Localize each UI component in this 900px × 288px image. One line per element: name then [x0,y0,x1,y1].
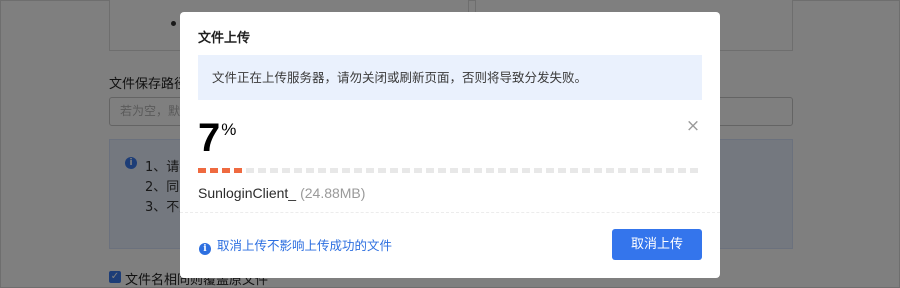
progress-segment-empty [366,168,374,173]
progress-segment-empty [330,168,338,173]
progress-segment-empty [498,168,506,173]
cancel-tip-text: 取消上传不影响上传成功的文件 [217,238,393,253]
progress-segment-empty [258,168,266,173]
progress-segment-empty [402,168,410,173]
progress-segment-empty [654,168,662,173]
progress-segment-empty [678,168,686,173]
progress-segment-filled [222,168,230,173]
progress-segment-empty [438,168,446,173]
progress-segment-empty [270,168,278,173]
progress-segment-empty [510,168,518,173]
progress-segment-empty [246,168,254,173]
file-name: SunloginClient_ [198,185,297,201]
progress-segment-empty [642,168,650,173]
progress-segment-empty [450,168,458,173]
progress-segment-empty [318,168,326,173]
progress-segment-empty [426,168,434,173]
progress-segment-empty [462,168,470,173]
upload-dialog: 文件上传 文件正在上传服务器，请勿关闭或刷新页面，否则将导致分发失败。 7% ×… [180,12,720,278]
progress-segment-empty [618,168,626,173]
progress-bar [198,168,698,174]
file-size: (24.88MB) [300,185,366,201]
progress-segment-empty [582,168,590,173]
progress-segment-filled [234,168,242,173]
progress-segment-empty [606,168,614,173]
progress-segment-empty [354,168,362,173]
progress-segment-empty [342,168,350,173]
progress-segment-empty [666,168,674,173]
progress-segment-empty [570,168,578,173]
progress-segment-empty [282,168,290,173]
progress-segment-empty [534,168,542,173]
progress-segment-filled [198,168,206,173]
progress-percent-value: 7 [198,116,221,160]
upload-notice: 文件正在上传服务器，请勿关闭或刷新页面，否则将导致分发失败。 [198,55,702,100]
progress-percent: 7% [198,118,236,158]
progress-segment-empty [558,168,566,173]
close-icon[interactable]: × [685,118,701,135]
progress-segment-empty [486,168,494,173]
progress-segment-empty [390,168,398,173]
progress-segment-empty [414,168,422,173]
dialog-title: 文件上传 [198,31,251,46]
progress-percent-symbol: % [221,120,237,139]
progress-segment-empty [630,168,638,173]
progress-segment-filled [210,168,218,173]
info-icon: i [199,243,211,255]
progress-segment-empty [306,168,314,173]
cancel-upload-button[interactable]: 取消上传 [612,229,702,260]
progress-segment-empty [546,168,554,173]
progress-segment-empty [294,168,302,173]
divider [180,212,720,213]
cancel-tip: i 取消上传不影响上传成功的文件 [199,235,392,255]
progress-segment-empty [378,168,386,173]
progress-segment-empty [594,168,602,173]
progress-segment-empty [522,168,530,173]
file-info: SunloginClient_ (24.88MB) [198,185,365,201]
progress-segment-empty [690,168,698,173]
progress-segment-empty [474,168,482,173]
